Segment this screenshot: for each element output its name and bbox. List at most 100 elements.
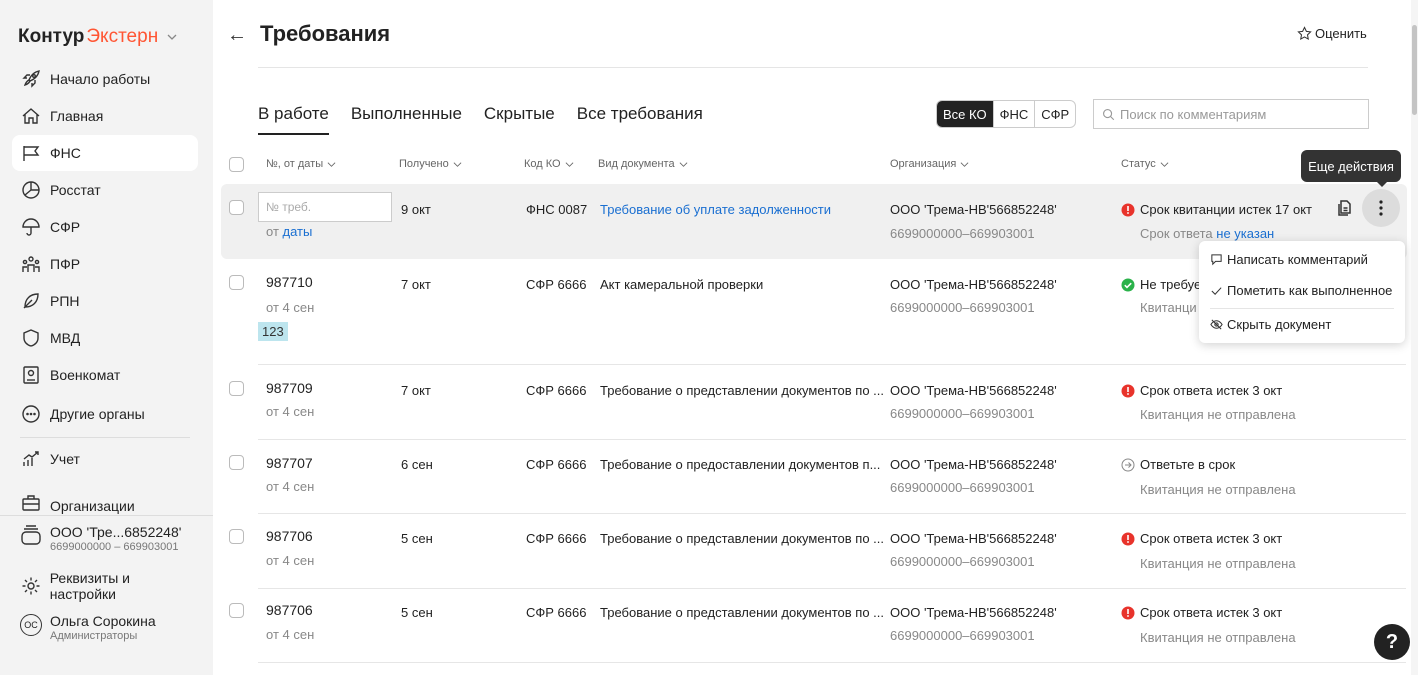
filter-fns[interactable]: ФНС	[992, 101, 1035, 127]
more-vertical-icon	[1379, 200, 1383, 216]
user-profile[interactable]: ОС Ольга Сорокина Администраторы	[20, 613, 156, 642]
tabs: В работе Выполненные Скрытые Все требова…	[258, 104, 725, 135]
row-checkbox[interactable]	[229, 275, 244, 290]
date-prefix: от	[266, 224, 279, 239]
row-checkbox[interactable]	[229, 603, 244, 618]
column-header-num[interactable]: №, от даты	[266, 158, 336, 170]
error-icon	[1121, 384, 1135, 397]
comment-tag[interactable]: 123	[258, 322, 288, 341]
status-text: Не требуе	[1140, 277, 1202, 292]
chevron-down-icon	[960, 161, 969, 167]
sidebar-item-settings[interactable]: Реквизиты и настройки	[12, 568, 198, 604]
gear-icon	[20, 575, 42, 597]
sidebar-item-pfr[interactable]: ПФР	[12, 246, 198, 282]
status: Срок ответа истек 3 окт	[1121, 605, 1282, 620]
document-link[interactable]: Требование о предоставлении документов п…	[600, 457, 880, 472]
document-link[interactable]: Требование о представлении документов по…	[600, 531, 884, 546]
select-all-checkbox[interactable]	[229, 157, 244, 172]
more-actions-button[interactable]	[1362, 189, 1400, 227]
rate-button[interactable]: Оценить	[1297, 26, 1367, 41]
status-subtext: Квитанция не отправлена	[1140, 556, 1296, 571]
sidebar-item-mvd[interactable]: МВД	[12, 320, 198, 356]
tab-completed[interactable]: Выполненные	[351, 104, 462, 135]
row-checkbox[interactable]	[229, 455, 244, 470]
row-checkbox[interactable]	[229, 381, 244, 396]
sidebar-item-rosstat[interactable]: Росстат	[12, 172, 198, 208]
filter-sfr[interactable]: СФР	[1034, 101, 1075, 127]
document-link[interactable]: Акт камеральной проверки	[600, 277, 763, 292]
tab-hidden[interactable]: Скрытые	[484, 104, 555, 135]
org-inn: 6699000000–669903001	[890, 406, 1035, 421]
document-link[interactable]: Требование о представлении документов по…	[600, 605, 884, 620]
authority-code: ФНС 0087	[526, 202, 588, 217]
sidebar-item-label: Росстат	[50, 182, 101, 198]
back-arrow-icon[interactable]: ←	[227, 24, 247, 47]
scrollbar-thumb[interactable]	[1412, 25, 1417, 115]
filter-all-ko[interactable]: Все КО	[937, 101, 993, 127]
sidebar-item-voenkomat[interactable]: Военкомат	[12, 357, 198, 393]
more-circle-icon	[20, 403, 42, 425]
column-header-label: Получено	[399, 158, 449, 170]
row-checkbox[interactable]	[229, 529, 244, 544]
column-header-code[interactable]: Код КО	[524, 158, 574, 170]
org-inn: 6699000000–669903001	[890, 300, 1035, 315]
sidebar-item-label: Главная	[50, 108, 104, 124]
received-date: 9 окт	[401, 202, 431, 217]
requirement-date: от 4 сен	[266, 627, 315, 642]
status-text: Ответьте в срок	[1140, 457, 1236, 472]
check-circle-icon	[1121, 278, 1135, 291]
chevron-down-icon	[565, 161, 574, 167]
org-name: ООО 'Трема-НВ'566852248'	[890, 457, 1057, 472]
sidebar-item-organizations[interactable]: Организации	[12, 490, 198, 514]
document-link[interactable]: Требование об уплате задолженности	[600, 202, 831, 217]
date-link[interactable]: даты	[283, 224, 313, 239]
received-date: 5 сен	[401, 605, 433, 620]
document-icon[interactable]	[1336, 199, 1354, 217]
leaf-icon	[20, 290, 42, 312]
search-input[interactable]	[1120, 106, 1360, 122]
sidebar-item-accounting[interactable]: Учет	[12, 441, 198, 477]
status-subtext: Квитанция не отправлена	[1140, 407, 1296, 422]
tab-in-work[interactable]: В работе	[258, 104, 329, 135]
sidebar-item-rpn[interactable]: РПН	[12, 283, 198, 319]
help-button[interactable]: ?	[1374, 624, 1410, 660]
people-icon	[20, 253, 42, 275]
sidebar-item-label: Учет	[50, 451, 80, 467]
flag-icon	[20, 142, 42, 164]
menu-item-label: Скрыть документ	[1227, 317, 1332, 332]
sidebar-item-label: СФР	[50, 219, 81, 235]
column-header-label: №, от даты	[266, 158, 324, 170]
document-link[interactable]: Требование о представлении документов по…	[600, 383, 884, 398]
menu-item-write-comment[interactable]: Написать комментарий	[1210, 252, 1368, 267]
row-checkbox[interactable]	[229, 200, 244, 215]
column-header-received[interactable]: Получено	[399, 158, 462, 170]
menu-item-hide-document[interactable]: Скрыть документ	[1210, 317, 1331, 332]
menu-item-mark-done[interactable]: Пометить как выполненное	[1210, 283, 1392, 298]
error-icon	[1121, 532, 1135, 545]
org-name: ООО 'Тре...6852248'	[50, 524, 182, 540]
sidebar-item-label: ФНС	[50, 145, 81, 161]
row-divider	[258, 588, 1406, 589]
deadline-link[interactable]: не указан	[1216, 226, 1274, 241]
sidebar-item-label: Организации	[50, 498, 135, 514]
column-header-doctype[interactable]: Вид документа	[598, 158, 688, 170]
sidebar-item-sfr[interactable]: СФР	[12, 209, 198, 245]
tab-all-requirements[interactable]: Все требования	[577, 104, 703, 135]
column-header-label: Вид документа	[598, 158, 675, 170]
sidebar-item-other[interactable]: Другие органы	[12, 396, 198, 432]
org-name: ООО 'Трема-НВ'566852248'	[890, 277, 1057, 292]
scrollbar[interactable]	[1411, 0, 1418, 675]
column-header-status[interactable]: Статус	[1121, 158, 1169, 170]
sidebar-item-start[interactable]: Начало работы	[12, 61, 198, 97]
sidebar-item-home[interactable]: Главная	[12, 98, 198, 134]
row-divider	[258, 364, 1406, 365]
current-org-switcher[interactable]: ООО 'Тре...6852248' 6699000000 – 6699030…	[20, 524, 181, 553]
sidebar-item-fns[interactable]: ФНС	[12, 135, 198, 171]
menu-item-label: Написать комментарий	[1227, 252, 1368, 267]
brand-switcher[interactable]: Контур Экстерн	[18, 26, 178, 48]
sidebar-divider	[0, 515, 213, 516]
column-header-org[interactable]: Организация	[890, 158, 969, 170]
date-picker-link[interactable]: от даты	[266, 224, 312, 239]
status: Срок квитанции истек 17 окт	[1121, 202, 1312, 217]
requirement-number-input[interactable]: № треб.	[258, 192, 392, 222]
